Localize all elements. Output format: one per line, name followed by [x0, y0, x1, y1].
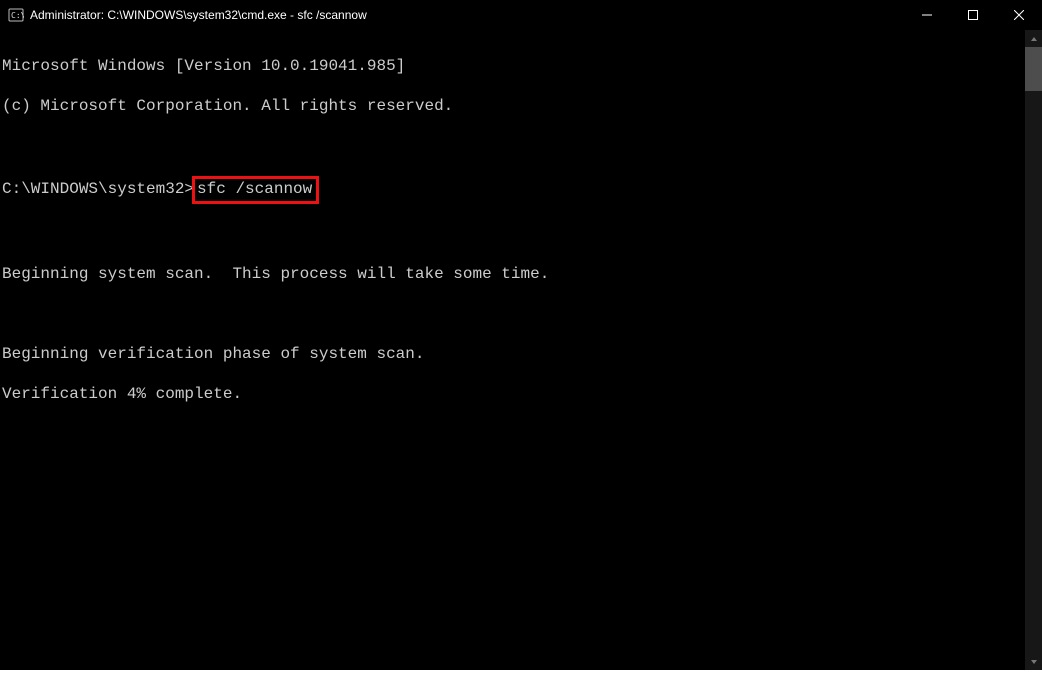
scroll-down-arrow-icon[interactable] [1025, 653, 1042, 670]
blank-line-2 [2, 224, 1025, 244]
prompt-path: C:\WINDOWS\system32> [2, 180, 194, 198]
copyright-line: (c) Microsoft Corporation. All rights re… [2, 96, 1025, 116]
window-title: Administrator: C:\WINDOWS\system32\cmd.e… [30, 8, 367, 22]
progress-line: Verification 4% complete. [2, 384, 1025, 404]
maximize-button[interactable] [950, 0, 996, 30]
begin-scan-line: Beginning system scan. This process will… [2, 264, 1025, 284]
version-line: Microsoft Windows [Version 10.0.19041.98… [2, 56, 1025, 76]
svg-text:C:\: C:\ [11, 11, 24, 20]
minimize-button[interactable] [904, 0, 950, 30]
window-controls [904, 0, 1042, 30]
scroll-up-arrow-icon[interactable] [1025, 30, 1042, 47]
client-area: Microsoft Windows [Version 10.0.19041.98… [0, 30, 1042, 670]
terminal-output[interactable]: Microsoft Windows [Version 10.0.19041.98… [0, 30, 1025, 670]
blank-line-3 [2, 304, 1025, 324]
prompt-line: C:\WINDOWS\system32>sfc /scannow [2, 176, 1025, 204]
cmd-window: C:\ Administrator: C:\WINDOWS\system32\c… [0, 0, 1042, 673]
begin-verify-line: Beginning verification phase of system s… [2, 344, 1025, 364]
titlebar[interactable]: C:\ Administrator: C:\WINDOWS\system32\c… [0, 0, 1042, 30]
blank-line-1 [2, 136, 1025, 156]
cmd-icon: C:\ [8, 7, 24, 23]
vertical-scrollbar[interactable] [1025, 30, 1042, 670]
scrollbar-thumb[interactable] [1025, 47, 1042, 91]
command-highlight: sfc /scannow [192, 176, 319, 204]
close-button[interactable] [996, 0, 1042, 30]
